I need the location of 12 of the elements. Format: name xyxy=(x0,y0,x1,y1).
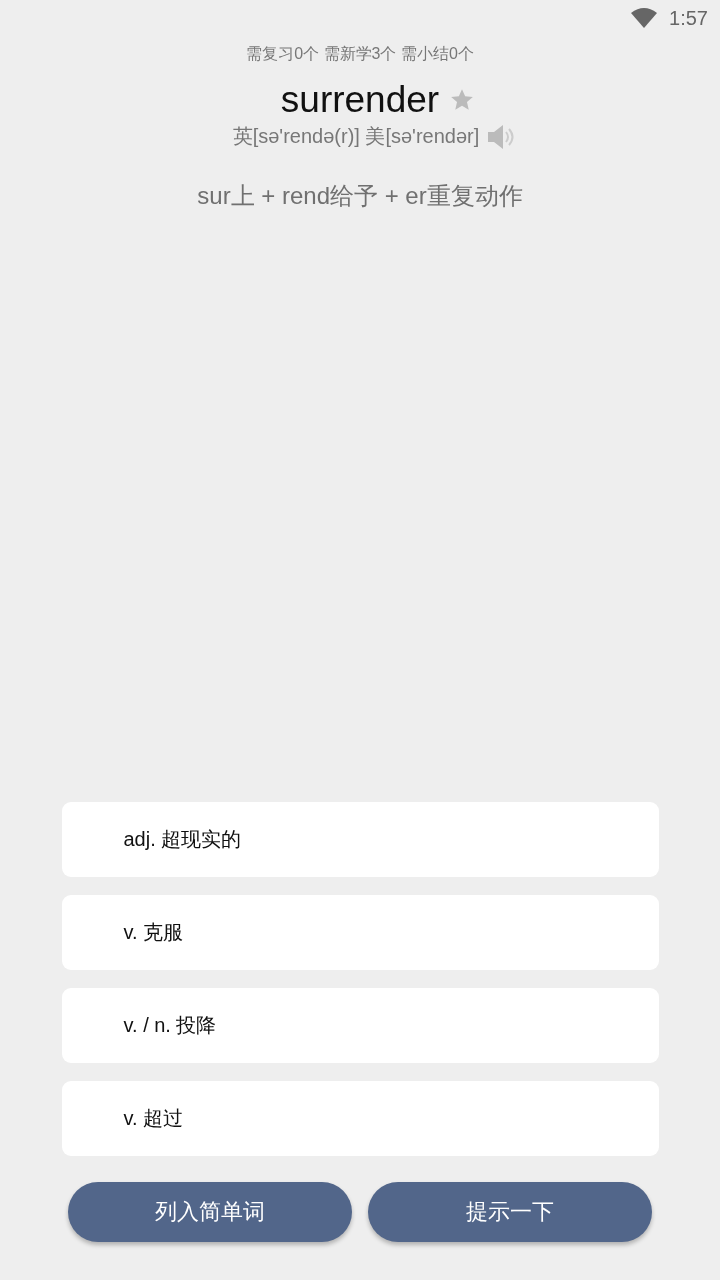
clock: 1:57 xyxy=(669,6,708,30)
progress-text: 需复习0个 需新学3个 需小结0个 xyxy=(246,44,474,64)
answer-option[interactable]: v. 超过 xyxy=(61,1081,659,1156)
wifi-icon xyxy=(631,8,658,28)
answer-option[interactable]: v. / n. 投降 xyxy=(61,988,659,1063)
action-button[interactable]: 提示一下 xyxy=(368,1182,652,1242)
answer-option[interactable]: v. 克服 xyxy=(61,895,659,970)
word-title: surrender xyxy=(280,79,440,121)
phonetic-text: 英[sə'rendə(r)] 美[sə'rendər] xyxy=(232,124,480,149)
answer-option[interactable]: adj. 超现实的 xyxy=(61,802,659,877)
action-button[interactable]: 列入简单词 xyxy=(68,1182,352,1242)
etymology-text: sur上 + rend给予 + er重复动作 xyxy=(197,181,523,211)
